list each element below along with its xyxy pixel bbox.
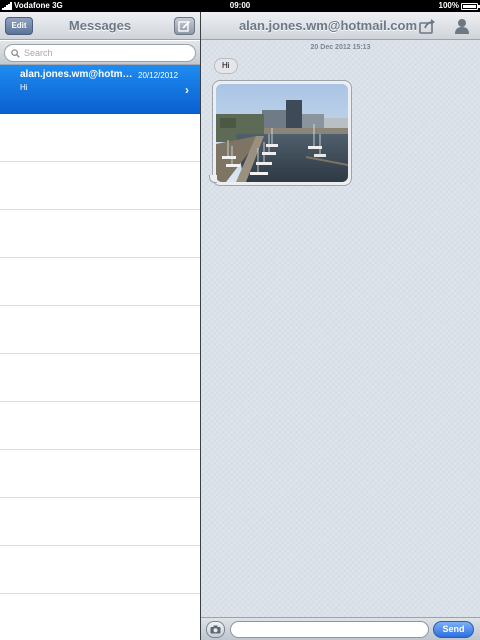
- search-input[interactable]: Search: [4, 44, 196, 62]
- messages-title: Messages: [68, 18, 132, 33]
- camera-icon: [210, 625, 221, 634]
- empty-list-row: [0, 210, 200, 258]
- conversation-nav-bar: alan.jones.wm@hotmail.com: [201, 12, 480, 40]
- conversation-item-selected[interactable]: alan.jones.wm@hotmail.com 20/12/2012 Hi …: [0, 65, 200, 114]
- empty-list-row: [0, 498, 200, 546]
- empty-list-row: [0, 114, 200, 162]
- search-placeholder: Search: [24, 48, 53, 58]
- conversation-list-pane: Edit Messages Search alan.jones.wm@hotma…: [0, 12, 200, 640]
- empty-list-row: [0, 546, 200, 594]
- status-time: 09:00: [229, 1, 251, 10]
- empty-list-row: [0, 306, 200, 354]
- incoming-photo-bubble[interactable]: [209, 80, 352, 186]
- battery-status: 100%: [438, 0, 480, 12]
- conversation-preview: Hi: [20, 83, 28, 92]
- conversation-date: 20/12/2012: [138, 71, 179, 80]
- empty-list-row: [0, 354, 200, 402]
- message-input[interactable]: [230, 621, 429, 638]
- search-icon: [11, 48, 20, 58]
- chevron-right-icon: ›: [185, 83, 189, 97]
- status-bar: Vodafone 3G 09:00 100%: [0, 0, 480, 12]
- share-icon[interactable]: [419, 18, 437, 34]
- send-button[interactable]: Send: [433, 621, 474, 638]
- empty-list-row: [0, 162, 200, 210]
- message-timestamp: 20 Dec 2012 15:13: [310, 44, 371, 51]
- message-input-bar: Send: [201, 617, 480, 640]
- search-bar: Search: [0, 41, 200, 65]
- incoming-message-bubble[interactable]: Hi: [214, 58, 238, 74]
- conversation-title: alan.jones.wm@hotmail.com: [238, 18, 418, 33]
- empty-list-row: [0, 450, 200, 498]
- empty-list-row: [0, 594, 200, 640]
- compose-button[interactable]: [174, 17, 195, 35]
- empty-list-row: [0, 258, 200, 306]
- camera-button[interactable]: [206, 621, 225, 638]
- battery-percentage: 100%: [438, 1, 459, 10]
- contact-icon[interactable]: [453, 17, 471, 35]
- messages-nav-bar: Edit Messages: [0, 12, 200, 40]
- compose-icon: [178, 20, 191, 32]
- battery-icon: [461, 2, 480, 10]
- harbour-photo[interactable]: [216, 84, 348, 182]
- conversation-pane: alan.jones.wm@hotmail.com 20 Dec 2012 15…: [201, 12, 480, 640]
- conversation-sender: alan.jones.wm@hotmail.com: [20, 69, 136, 80]
- empty-list-row: [0, 402, 200, 450]
